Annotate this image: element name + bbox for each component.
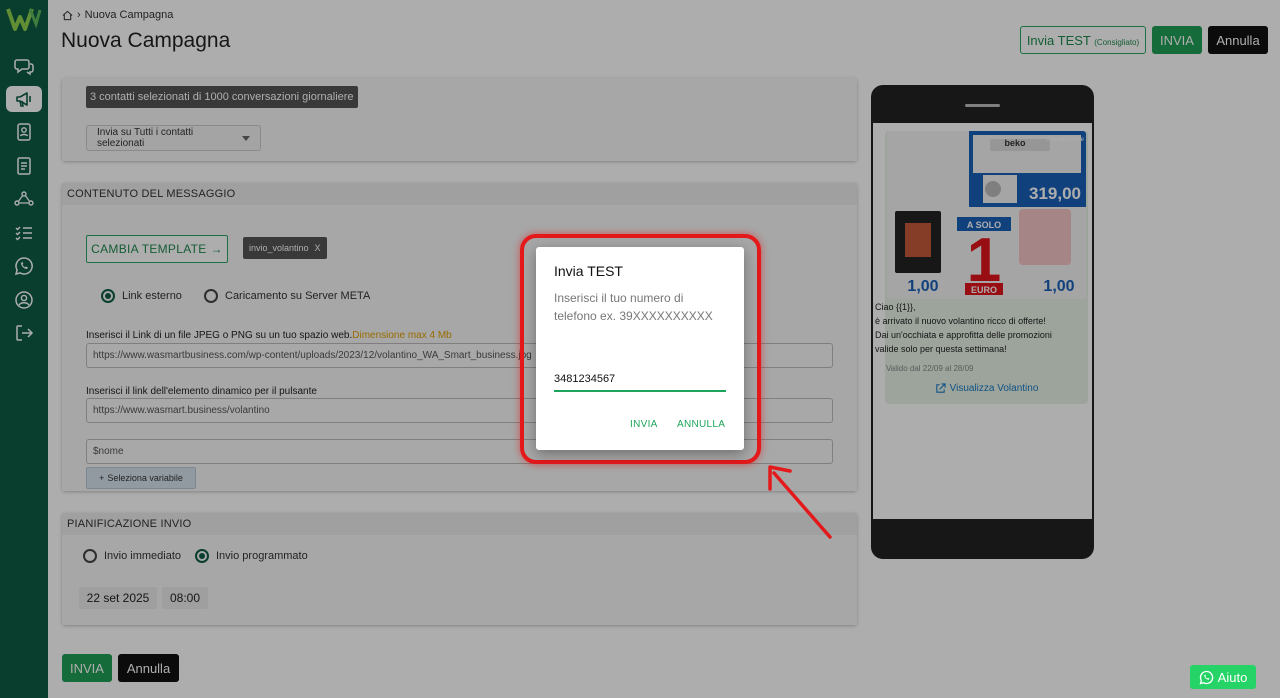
phone-number-input[interactable]: [554, 360, 726, 392]
dialog-title: Invia TEST: [554, 263, 623, 279]
help-button[interactable]: Aiuto: [1190, 665, 1256, 689]
dialog-cancel-button[interactable]: ANNULLA: [677, 419, 725, 430]
dialog-send-button[interactable]: INVIA: [630, 419, 658, 430]
whatsapp-icon: [1199, 670, 1213, 684]
dialog-description: Inserisci il tuo numero di telefono ex. …: [554, 291, 713, 323]
send-test-dialog: Invia TEST Inserisci il tuo numero di te…: [536, 247, 744, 450]
help-label: Aiuto: [1217, 669, 1248, 685]
annotation-arrow-icon: [768, 465, 832, 539]
